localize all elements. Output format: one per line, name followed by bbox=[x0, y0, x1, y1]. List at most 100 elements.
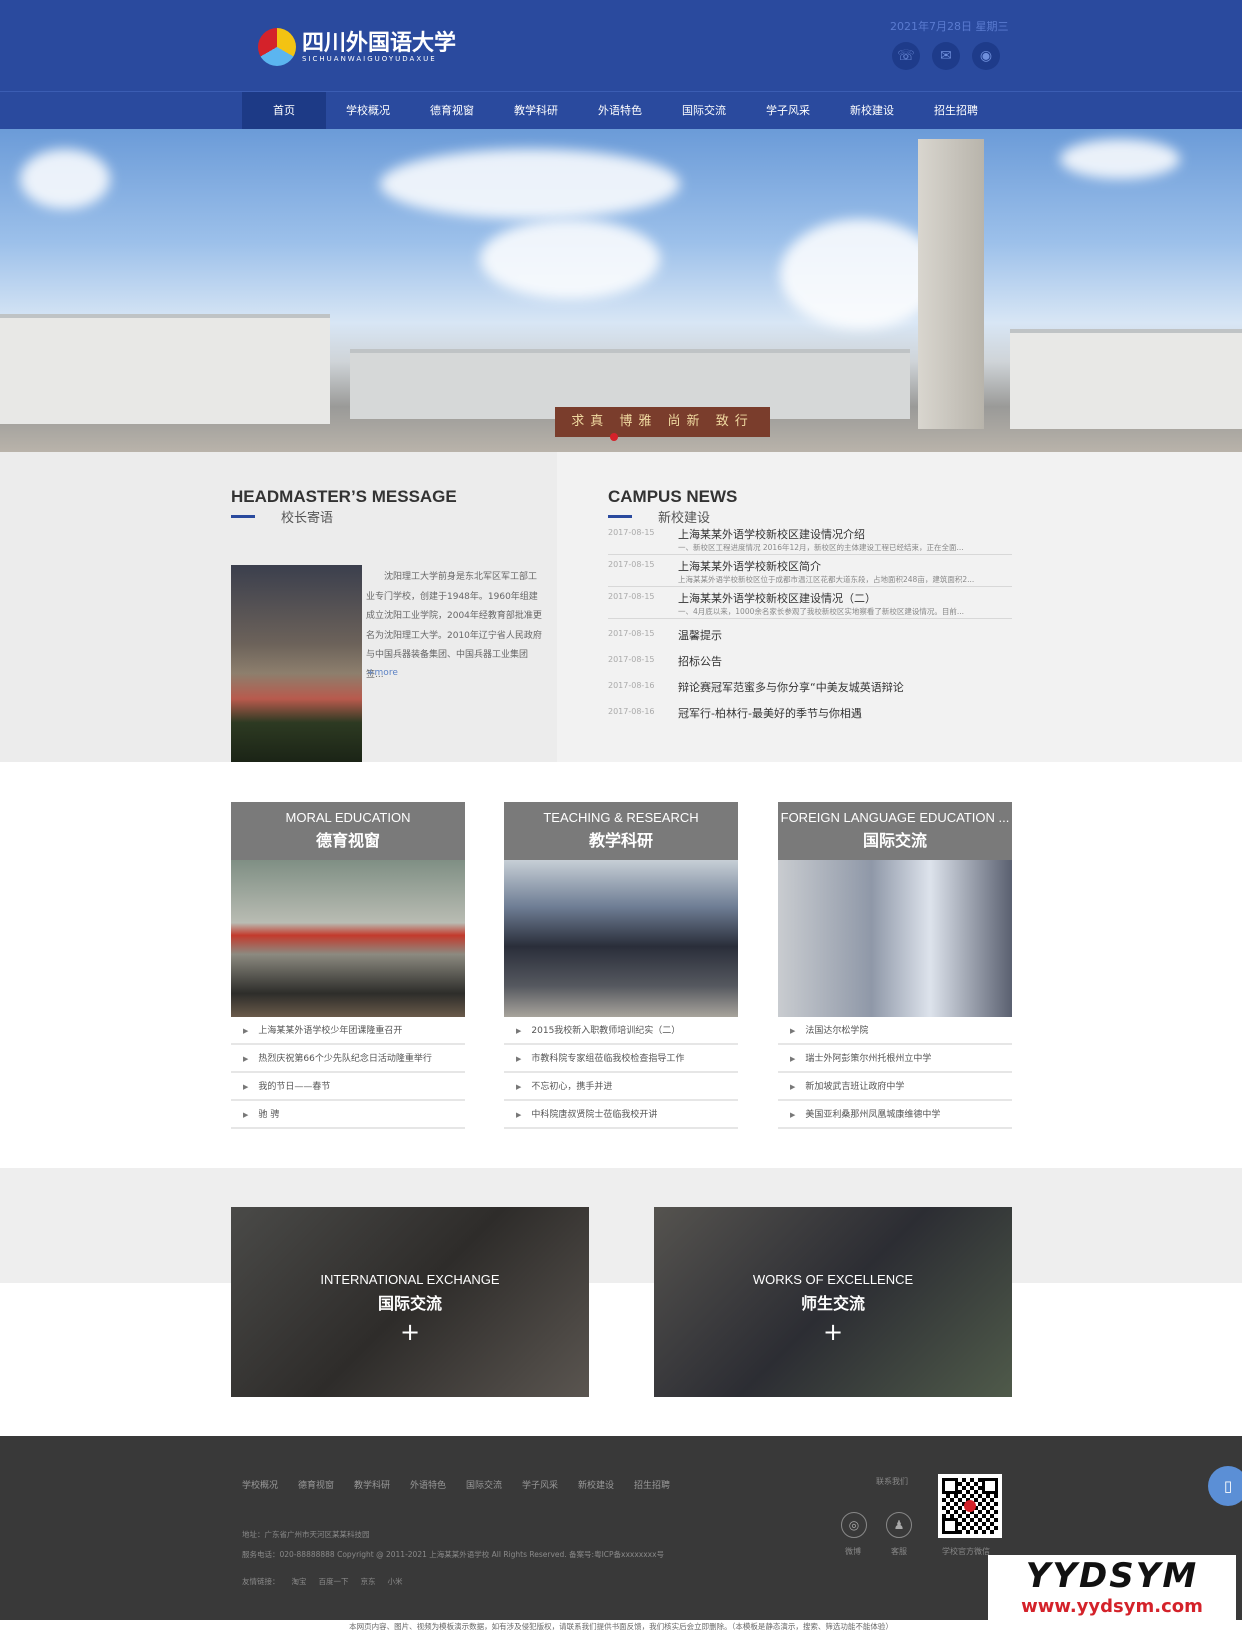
feature-title-cn: 师生交流 bbox=[800, 1294, 865, 1313]
card-list-item[interactable]: ▶ 不忘初心，携手并进 bbox=[504, 1073, 738, 1101]
card-list-item[interactable]: ▶ 瑞士外阿彭策尔州托根州立中学 bbox=[778, 1045, 1012, 1073]
card-image[interactable] bbox=[778, 860, 1012, 1017]
card-title-en: FOREIGN LANGUAGE EDUCATION ... bbox=[780, 810, 1010, 825]
headmaster-title: HEADMASTER’S MESSAGE bbox=[231, 487, 457, 506]
nav-teaching[interactable]: 教学科研 bbox=[494, 92, 578, 130]
card-header[interactable]: FOREIGN LANGUAGE EDUCATION ... 国际交流 bbox=[778, 802, 1012, 860]
footer-link[interactable]: 外语特色 bbox=[410, 1478, 446, 1491]
news-item[interactable]: 2017-08-16 冠军行-柏林行-最美好的季节与你相遇 bbox=[608, 705, 1012, 723]
footer-link[interactable]: 学子风采 bbox=[522, 1478, 558, 1491]
nav-campus[interactable]: 新校建设 bbox=[830, 92, 914, 130]
nav-about[interactable]: 学校概况 bbox=[326, 92, 410, 130]
footer-link[interactable]: 德育视窗 bbox=[298, 1478, 334, 1491]
logo-name: 四川外国语大学 bbox=[302, 30, 457, 56]
arrow-right-icon: ▶ bbox=[790, 1083, 796, 1091]
nav-recruit[interactable]: 招生招聘 bbox=[914, 92, 998, 130]
arrow-right-icon: ▶ bbox=[243, 1083, 249, 1091]
card-title-en: TEACHING & RESEARCH bbox=[543, 810, 699, 825]
arrow-right-icon: ▶ bbox=[790, 1055, 796, 1063]
feature-international-exchange[interactable]: INTERNATIONAL EXCHANGE 国际交流 + bbox=[231, 1207, 589, 1397]
card-list-item[interactable]: ▶ 法国达尔松学院 bbox=[778, 1017, 1012, 1045]
qq-icon[interactable]: ♟ bbox=[886, 1512, 912, 1538]
footer-link[interactable]: 新校建设 bbox=[578, 1478, 614, 1491]
date-text: 2021年7月28日 星期三 bbox=[890, 20, 1009, 33]
card-title-en: MORAL EDUCATION bbox=[285, 810, 411, 825]
news-headline: 辩论赛冠军范蜜多与你分享“中美友城英语辩论 bbox=[678, 681, 904, 694]
slide-dot-active[interactable] bbox=[610, 433, 618, 441]
nav-international[interactable]: 国际交流 bbox=[662, 92, 746, 130]
news-featured-item[interactable]: 2017-08-15 上海某某外语学校新校区建设情况（二） 一、4月底以来，10… bbox=[608, 590, 1012, 619]
wechat-qr-code bbox=[938, 1474, 1002, 1538]
weibo-icon[interactable]: ◉ bbox=[972, 42, 1000, 70]
news-headline: 上海某某外语学校新校区简介 bbox=[678, 560, 821, 573]
feature-works-of-excellence[interactable]: WORKS OF EXCELLENCE 师生交流 + bbox=[654, 1207, 1012, 1397]
news-headline: 招标公告 bbox=[678, 655, 722, 668]
card-list-item[interactable]: ▶ 中科院唐叔贤院士莅临我校开讲 bbox=[504, 1101, 738, 1129]
plus-icon[interactable]: + bbox=[654, 1318, 1012, 1346]
friend-links: 友情链接： 淘宝 百度一下 京东 小米 bbox=[242, 1576, 403, 1587]
footer-copyright: 服务电话：020-88888888 Copyright @ 2011-2021 … bbox=[242, 1550, 665, 1559]
card-list-item[interactable]: ▶ 新加坡武吉班让政府中学 bbox=[778, 1073, 1012, 1101]
feature-title-en: WORKS OF EXCELLENCE bbox=[752, 1272, 914, 1287]
news-item[interactable]: 2017-08-16 辩论赛冠军范蜜多与你分享“中美友城英语辩论 bbox=[608, 679, 1012, 697]
nav-language[interactable]: 外语特色 bbox=[578, 92, 662, 130]
footer-link[interactable]: 招生招聘 bbox=[634, 1478, 670, 1491]
card-list-item[interactable]: ▶ 上海某某外语学校少年团课隆重召开 bbox=[231, 1017, 465, 1045]
logo-emblem-icon bbox=[258, 28, 296, 66]
nav-moral[interactable]: 德育视窗 bbox=[410, 92, 494, 130]
phone-icon[interactable]: ☏ bbox=[892, 42, 920, 70]
friend-link[interactable]: 京东 bbox=[361, 1576, 376, 1587]
news-item[interactable]: 2017-08-15 招标公告 bbox=[608, 653, 1012, 671]
news-date: 2017-08-16 bbox=[608, 707, 655, 716]
nav-students[interactable]: 学子风采 bbox=[746, 92, 830, 130]
news-featured-item[interactable]: 2017-08-15 上海某某外语学校新校区简介 上海某某外语学校新校区位于成都… bbox=[608, 558, 1012, 587]
arrow-right-icon: ▶ bbox=[516, 1027, 522, 1035]
card-list-item[interactable]: ▶ 2015我校新入职教师培训纪实（二） bbox=[504, 1017, 738, 1045]
arrow-right-icon: ▶ bbox=[790, 1027, 796, 1035]
card-image[interactable] bbox=[504, 860, 738, 1017]
logo-pinyin: SICHUANWAIGUOYUDAXUE bbox=[302, 55, 437, 63]
news-item[interactable]: 2017-08-15 温馨提示 bbox=[608, 627, 1012, 645]
friend-link[interactable]: 百度一下 bbox=[319, 1576, 349, 1587]
arrow-right-icon: ▶ bbox=[516, 1083, 522, 1091]
news-featured-item[interactable]: 2017-08-15 上海某某外语学校新校区建设情况介绍 一、新校区工程进度情况… bbox=[608, 526, 1012, 555]
friend-link[interactable]: 淘宝 bbox=[292, 1576, 307, 1587]
card-list-item[interactable]: ▶ 热烈庆祝第66个少先队纪念日活动隆重举行 bbox=[231, 1045, 465, 1073]
wechat-icon[interactable]: ✉ bbox=[932, 42, 960, 70]
hero-banner[interactable]: 求真 博雅 尚新 致行 bbox=[0, 129, 1242, 452]
headmaster-photo bbox=[231, 565, 362, 762]
card-list-item[interactable]: ▶ 美国亚利桑那州凤凰城康维德中学 bbox=[778, 1101, 1012, 1129]
card-teaching-research: TEACHING & RESEARCH 教学科研 ▶ 2015我校新入职教师培训纪实… bbox=[504, 802, 738, 1129]
footer-link[interactable]: 教学科研 bbox=[354, 1478, 390, 1491]
contact-label: 联系我们 bbox=[876, 1477, 908, 1486]
card-image[interactable] bbox=[231, 860, 465, 1017]
footer-link[interactable]: 国际交流 bbox=[466, 1478, 502, 1491]
news-excerpt: 上海某某外语学校新校区位于成都市温江区花都大道东段，占地面积248亩，建筑面积2… bbox=[678, 575, 975, 584]
card-moral-education: MORAL EDUCATION 德育视窗 ▶ 上海某某外语学校少年团课隆重召开 ▶ 热… bbox=[231, 802, 465, 1129]
weibo-icon[interactable]: ◎ bbox=[841, 1512, 867, 1538]
nav-home[interactable]: 首页 bbox=[242, 92, 326, 130]
card-list-item[interactable]: ▶ 市教科院专家组莅临我校检查指导工作 bbox=[504, 1045, 738, 1073]
friend-links-label: 友情链接： bbox=[242, 1577, 280, 1586]
footer-link[interactable]: 学校概况 bbox=[242, 1478, 278, 1491]
card-list-item[interactable]: ▶ 驰 骋 bbox=[231, 1101, 465, 1129]
plus-icon[interactable]: + bbox=[231, 1318, 589, 1346]
card-foreign-language: FOREIGN LANGUAGE EDUCATION ... 国际交流 ▶ 法国达尔… bbox=[778, 802, 1012, 1129]
arrow-right-icon: ▶ bbox=[516, 1055, 522, 1063]
logo[interactable]: 四川外国语大学 SICHUANWAIGUOYUDAXUE bbox=[258, 28, 456, 66]
friend-link[interactable]: 小米 bbox=[388, 1576, 403, 1587]
card-list-item[interactable]: ▶ 我的节日——春节 bbox=[231, 1073, 465, 1101]
arrow-right-icon: ▶ bbox=[243, 1111, 249, 1119]
weibo-label: 微博 bbox=[845, 1547, 861, 1556]
main-nav: 首页 学校概况 德育视窗 教学科研 外语特色 国际交流 学子风采 新校建设 招生… bbox=[0, 91, 1242, 130]
arrow-right-icon: ▶ bbox=[243, 1055, 249, 1063]
arrow-right-icon: ▶ bbox=[243, 1027, 249, 1035]
news-headline: 冠军行-柏林行-最美好的季节与你相遇 bbox=[678, 707, 862, 720]
news-headline: 上海某某外语学校新校区建设情况介绍 bbox=[678, 528, 865, 541]
mobile-icon[interactable]: ▯ bbox=[1208, 1466, 1242, 1506]
card-header[interactable]: MORAL EDUCATION 德育视窗 bbox=[231, 802, 465, 860]
card-header[interactable]: TEACHING & RESEARCH 教学科研 bbox=[504, 802, 738, 860]
card-title-cn: 国际交流 bbox=[862, 831, 927, 850]
feature-title-en: INTERNATIONAL EXCHANGE bbox=[320, 1272, 500, 1287]
more-link[interactable]: +more bbox=[367, 668, 398, 678]
